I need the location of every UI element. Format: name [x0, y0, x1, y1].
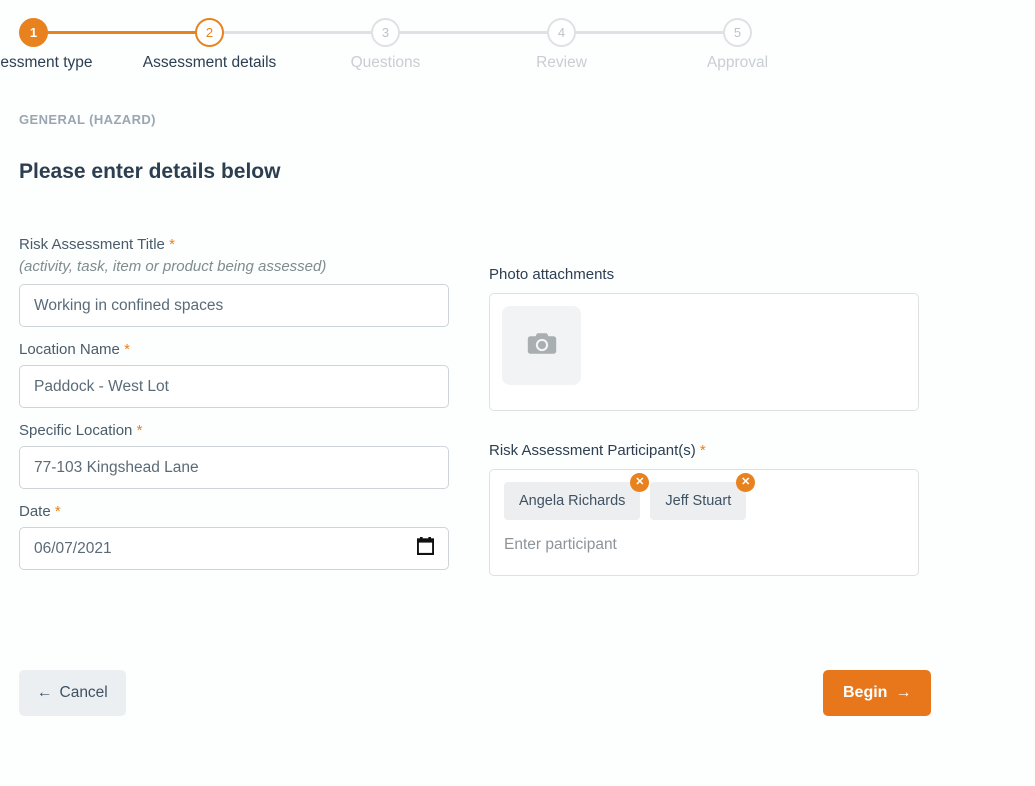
form-right-column: Photo attachments Risk Assessment Partic…: [489, 266, 919, 576]
required-asterisk: *: [136, 422, 143, 439]
step-assessment-details[interactable]: 2 Assessment details: [143, 18, 276, 71]
field-location-name: Location Name *: [19, 341, 449, 408]
participant-name: Angela Richards: [519, 493, 626, 509]
required-asterisk: *: [124, 341, 130, 358]
remove-participant-icon[interactable]: ✕: [630, 473, 650, 492]
field-date: Date * 06/07/2021: [19, 503, 449, 570]
participants-section: Risk Assessment Participant(s) * Angela …: [489, 442, 919, 576]
label-text: Location Name: [19, 341, 120, 358]
step-circle-2: 2: [195, 18, 224, 47]
form-left-column: Risk Assessment Title * (activity, task,…: [19, 236, 449, 584]
required-asterisk: *: [54, 503, 61, 520]
begin-button[interactable]: Begin →: [823, 670, 932, 716]
participant-name: Jeff Stuart: [665, 493, 732, 509]
cancel-button[interactable]: ← Cancel: [19, 670, 126, 716]
step-assessment-type[interactable]: 1 Assessment type: [0, 18, 93, 71]
risk-assessment-title-input[interactable]: [19, 284, 449, 327]
step-questions[interactable]: 3 Questions: [351, 18, 420, 71]
required-asterisk: *: [169, 236, 175, 253]
label-risk-assessment-title: Risk Assessment Title *: [19, 236, 449, 253]
remove-participant-icon[interactable]: ✕: [736, 473, 756, 492]
label-date: Date *: [19, 503, 449, 520]
step-number-3: 3: [381, 25, 390, 40]
camera-icon: [527, 331, 557, 361]
field-specific-location: Specific Location *: [19, 422, 449, 489]
label-photo-attachments: Photo attachments: [489, 266, 615, 283]
participants-field[interactable]: Angela Richards ✕ Jeff Stuart ✕: [489, 469, 919, 576]
step-number-5: 5: [733, 25, 742, 40]
page-title: Please enter details below: [19, 160, 281, 183]
step-label-1: Assessment type: [0, 54, 93, 71]
step-number-1: 1: [29, 25, 38, 40]
location-name-input[interactable]: [19, 365, 449, 408]
participant-chip[interactable]: Jeff Stuart ✕: [650, 473, 756, 520]
label-text: Specific Location: [19, 422, 133, 439]
step-circle-5: 5: [723, 18, 752, 47]
assessment-category-label: GENERAL (HAZARD): [19, 112, 156, 127]
step-circle-4: 4: [547, 18, 576, 47]
arrow-left-icon: ←: [37, 684, 53, 701]
step-approval[interactable]: 5 Approval: [707, 18, 768, 71]
arrow-right-icon: →: [895, 684, 912, 701]
label-participants: Risk Assessment Participant(s) *: [489, 442, 919, 459]
step-circle-3: 3: [371, 18, 400, 47]
label-specific-location: Specific Location *: [19, 422, 449, 439]
label-text: Risk Assessment Participant(s): [489, 442, 696, 459]
step-label-2: Assessment details: [142, 54, 277, 71]
step-label-5: Approval: [706, 54, 769, 71]
assessment-details-page: 1 Assessment type 2 Assessment details 3…: [0, 0, 1035, 786]
specific-location-input[interactable]: [19, 446, 449, 489]
calendar-icon[interactable]: [416, 537, 435, 560]
required-asterisk: *: [699, 442, 706, 459]
step-review[interactable]: 4 Review: [536, 18, 587, 71]
step-number-4: 4: [557, 25, 566, 40]
step-circle-1: 1: [19, 18, 48, 47]
photo-attachments-dropzone[interactable]: [489, 293, 919, 411]
step-number-2: 2: [205, 25, 214, 40]
label-text: Date: [19, 503, 51, 520]
step-label-4: Review: [536, 54, 587, 71]
field-risk-assessment-title: Risk Assessment Title * (activity, task,…: [19, 236, 449, 327]
participant-chip-list: Angela Richards ✕ Jeff Stuart ✕: [504, 473, 904, 520]
label-text: Risk Assessment Title: [19, 236, 165, 253]
label-location-name: Location Name *: [19, 341, 449, 358]
step-label-3: Questions: [350, 54, 421, 71]
begin-button-label: Begin: [843, 684, 888, 701]
participant-input[interactable]: [504, 536, 904, 554]
date-input[interactable]: 06/07/2021: [19, 527, 449, 570]
hint-risk-assessment-title: (activity, task, item or product being a…: [19, 258, 327, 275]
photo-attachments-section: Photo attachments: [489, 266, 919, 411]
add-photo-tile[interactable]: [502, 306, 581, 385]
participant-chip[interactable]: Angela Richards ✕: [504, 473, 650, 520]
cancel-button-label: Cancel: [59, 684, 108, 701]
progress-stepper: 1 Assessment type 2 Assessment details 3…: [0, 0, 1035, 92]
date-value: 06/07/2021: [34, 539, 112, 557]
